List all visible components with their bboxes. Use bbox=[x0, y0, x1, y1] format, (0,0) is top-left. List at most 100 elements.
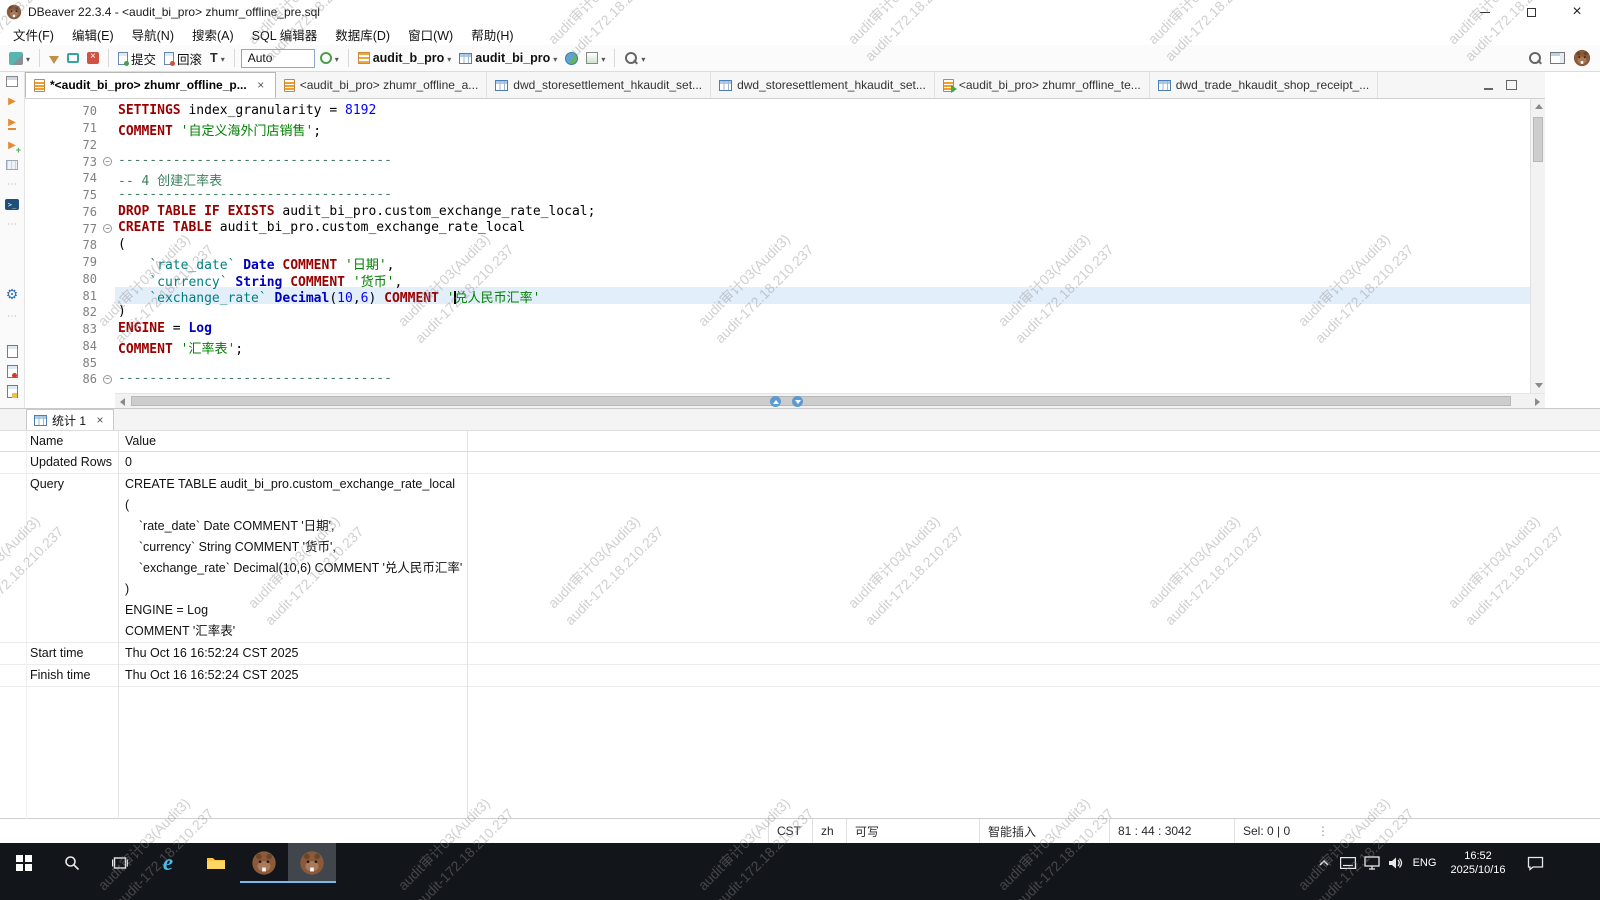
line-number[interactable]: 86 bbox=[25, 372, 101, 386]
taskbar-clock[interactable]: 16:52 2025/10/16 bbox=[1441, 849, 1515, 878]
menu-item[interactable]: 搜索(A) bbox=[183, 23, 243, 46]
editor-tab[interactable]: *<audit_bi_pro> zhumr_offline_p... bbox=[25, 72, 276, 98]
commit-mode-button[interactable] bbox=[583, 47, 608, 69]
line-number[interactable]: 78 bbox=[25, 238, 101, 252]
line-number[interactable]: 83 bbox=[25, 322, 101, 336]
execute-script-icon[interactable] bbox=[4, 116, 20, 131]
taskbar-search-button[interactable] bbox=[48, 843, 96, 883]
scrollbar-thumb[interactable] bbox=[131, 396, 1511, 406]
statusbar-item[interactable]: 81 : 44 : 3042 bbox=[1109, 819, 1234, 843]
volume-button[interactable] bbox=[1384, 843, 1408, 883]
line-number[interactable]: 84 bbox=[25, 339, 101, 353]
editor-tab[interactable]: <audit_bi_pro> zhumr_offline_te... bbox=[935, 72, 1150, 98]
statusbar-item[interactable]: 可写 bbox=[846, 819, 979, 843]
line-number[interactable]: 74 bbox=[25, 171, 101, 185]
stats-row[interactable]: Start timeThu Oct 16 16:52:24 CST 2025 bbox=[0, 643, 1600, 665]
dbeaver-logo-button[interactable] bbox=[1570, 47, 1594, 69]
line-number[interactable]: 80 bbox=[25, 272, 101, 286]
auto-commit-selector[interactable]: Auto bbox=[241, 49, 315, 68]
stats-tab[interactable]: 统计 1 bbox=[26, 409, 114, 430]
connection-selector[interactable]: audit_b_pro bbox=[355, 47, 455, 69]
line-number[interactable]: 82 bbox=[25, 305, 101, 319]
download-button[interactable] bbox=[46, 46, 62, 71]
fold-collapse-icon[interactable] bbox=[103, 224, 112, 233]
search-menu-button[interactable] bbox=[621, 47, 648, 69]
close-icon[interactable] bbox=[94, 414, 106, 426]
editor-tab[interactable]: dwd_storesettlement_hkaudit_set... bbox=[487, 72, 711, 98]
open-perspective-button[interactable] bbox=[1547, 50, 1568, 66]
code-line[interactable]: `rate_date` Date COMMENT '日期', bbox=[115, 254, 1530, 271]
commit-button[interactable]: 提交 bbox=[115, 47, 159, 70]
line-number[interactable]: 70 bbox=[25, 104, 101, 118]
task-view-button[interactable] bbox=[96, 843, 144, 883]
fold-collapse-icon[interactable] bbox=[103, 157, 112, 166]
restore-panel-button[interactable] bbox=[792, 396, 803, 407]
editor-tab[interactable]: <audit_bi_pro> zhumr_offline_a... bbox=[276, 72, 488, 98]
line-number[interactable]: 81 bbox=[25, 289, 101, 303]
editor-tab[interactable]: dwd_storesettlement_hkaudit_set... bbox=[711, 72, 935, 98]
new-script-icon[interactable] bbox=[4, 138, 20, 153]
code-line[interactable]: CREATE TABLE audit_bi_pro.custom_exchang… bbox=[115, 220, 1530, 237]
maximize-editor-icon[interactable] bbox=[1503, 78, 1519, 92]
sync-button[interactable] bbox=[64, 51, 82, 65]
menu-item[interactable]: SQL 编辑器 bbox=[243, 23, 327, 46]
internet-explorer-button[interactable] bbox=[144, 843, 192, 883]
code-line[interactable]: ----------------------------------- bbox=[115, 187, 1530, 204]
vertical-scrollbar[interactable] bbox=[1530, 99, 1545, 393]
menu-item[interactable]: 窗口(W) bbox=[399, 23, 462, 46]
minimize-editor-icon[interactable] bbox=[1481, 78, 1497, 92]
code-line[interactable]: COMMENT '自定义海外门店销售'; bbox=[115, 120, 1530, 137]
schema-selector[interactable]: audit_bi_pro bbox=[456, 47, 560, 69]
stats-row[interactable]: Updated Rows0 bbox=[0, 452, 1600, 474]
settings-icon[interactable] bbox=[4, 287, 20, 302]
line-number[interactable]: 71 bbox=[25, 121, 101, 135]
code-line[interactable]: SETTINGS index_granularity = 8192 bbox=[115, 103, 1530, 120]
execute-statement-icon[interactable] bbox=[4, 94, 20, 109]
column-header-value[interactable]: Value bbox=[118, 434, 156, 448]
transaction-mode-button[interactable]: T bbox=[207, 47, 228, 69]
code-line[interactable]: -- 4 创建汇率表 bbox=[115, 170, 1530, 187]
code-line[interactable]: DROP TABLE IF EXISTS audit_bi_pro.custom… bbox=[115, 204, 1530, 221]
menu-item[interactable]: 数据库(D) bbox=[326, 23, 399, 46]
code-line[interactable] bbox=[115, 137, 1530, 154]
column-header-name[interactable]: Name bbox=[0, 434, 118, 448]
horizontal-scrollbar[interactable] bbox=[115, 393, 1545, 408]
delete-script-icon[interactable] bbox=[7, 365, 18, 378]
menu-item[interactable]: 编辑(E) bbox=[63, 23, 123, 46]
editor-tab[interactable]: dwd_trade_hkaudit_shop_receipt_... bbox=[1150, 72, 1378, 98]
line-number[interactable]: 73 bbox=[25, 155, 101, 169]
new-connection-button[interactable] bbox=[6, 47, 33, 69]
code-line[interactable]: ) bbox=[115, 304, 1530, 321]
menu-item[interactable]: 帮助(H) bbox=[462, 23, 522, 46]
auto-refresh-button[interactable] bbox=[317, 47, 342, 69]
stats-row[interactable]: Finish timeThu Oct 16 16:52:24 CST 2025 bbox=[0, 665, 1600, 687]
close-icon[interactable] bbox=[255, 79, 267, 91]
scroll-right-icon[interactable] bbox=[1530, 394, 1545, 409]
code-line[interactable]: ----------------------------------- bbox=[115, 153, 1530, 170]
line-number[interactable]: 77 bbox=[25, 222, 101, 236]
close-button[interactable] bbox=[1554, 0, 1600, 24]
file-explorer-button[interactable] bbox=[192, 843, 240, 883]
minimize-button[interactable] bbox=[1462, 0, 1508, 24]
maximize-editor-button[interactable] bbox=[770, 396, 781, 407]
line-number[interactable]: 72 bbox=[25, 138, 101, 152]
language-indicator[interactable]: ENG bbox=[1408, 857, 1441, 869]
statusbar-item[interactable]: Sel: 0 | 0 bbox=[1234, 819, 1316, 843]
code-line[interactable]: ( bbox=[115, 237, 1530, 254]
statusbar-item[interactable]: CST bbox=[768, 819, 812, 843]
code-line[interactable]: ----------------------------------- bbox=[115, 371, 1530, 388]
stats-row[interactable]: QueryCREATE TABLE audit_bi_pro.custom_ex… bbox=[0, 474, 1600, 643]
cancel-button[interactable] bbox=[84, 50, 102, 66]
result-grid-icon[interactable] bbox=[6, 160, 18, 170]
network-button[interactable] bbox=[1360, 843, 1384, 883]
action-center-button[interactable] bbox=[1515, 843, 1555, 883]
output-console-icon[interactable] bbox=[5, 199, 19, 210]
menu-item[interactable]: 文件(F) bbox=[4, 23, 63, 46]
maximize-button[interactable] bbox=[1508, 0, 1554, 24]
sql-file-icon[interactable] bbox=[7, 345, 18, 358]
code-line[interactable]: `currency` String COMMENT '货币', bbox=[115, 271, 1530, 288]
fold-collapse-icon[interactable] bbox=[103, 375, 112, 384]
code-line[interactable]: COMMENT '汇率表'; bbox=[115, 338, 1530, 355]
line-number[interactable]: 79 bbox=[25, 255, 101, 269]
menu-item[interactable]: 导航(N) bbox=[123, 23, 183, 46]
